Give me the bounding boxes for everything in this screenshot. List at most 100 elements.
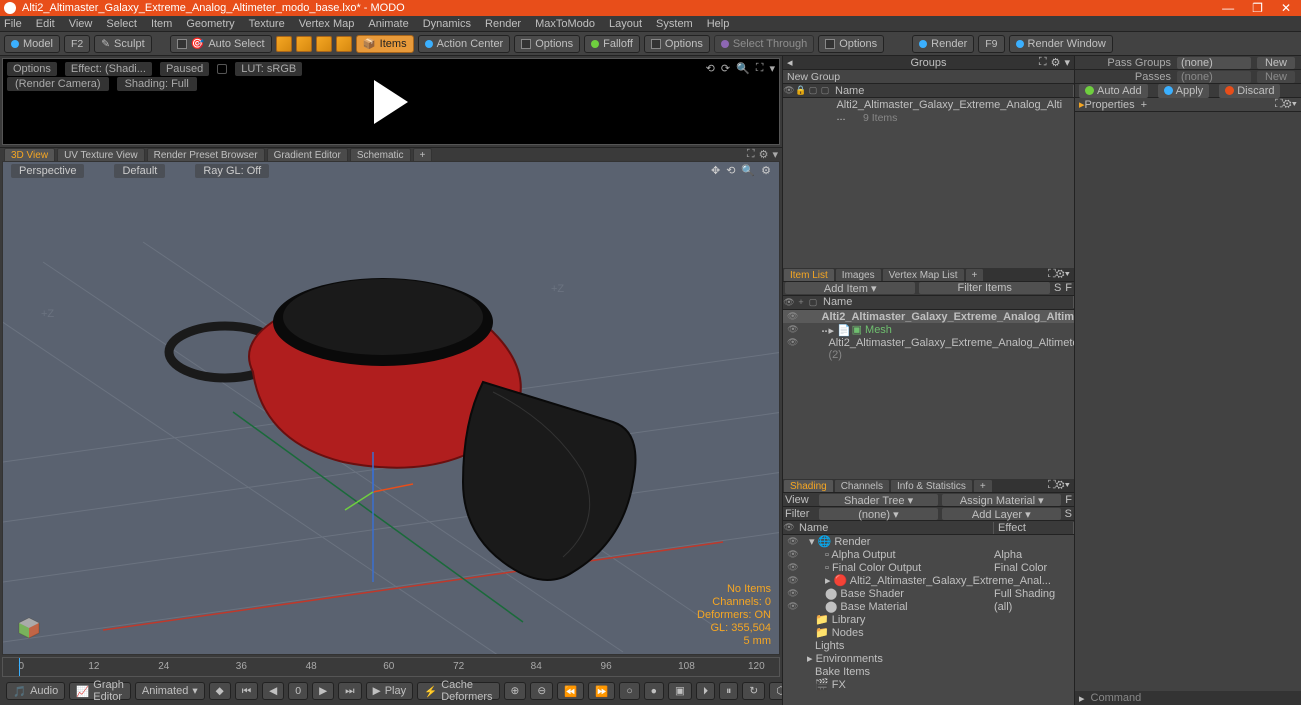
options-button-1[interactable]: Options xyxy=(514,35,580,53)
passes-dropdown[interactable]: (none) xyxy=(1177,71,1251,83)
viewport-3d[interactable]: Perspective Default Ray GL: Off ✥ ⟲ 🔍 ⚙ xyxy=(2,161,780,655)
shading-list[interactable]: 👁▾ 🌐 Render 👁▫ Alpha OutputAlpha 👁▫ Fina… xyxy=(783,535,1074,705)
refresh-icon[interactable]: ⟲ xyxy=(706,62,715,75)
sh-vis-icon[interactable]: 👁 xyxy=(783,522,795,533)
options-button-2[interactable]: Options xyxy=(644,35,710,53)
menu-item[interactable]: Item xyxy=(151,18,172,30)
preview-options[interactable]: Options xyxy=(7,62,57,76)
tl-icon-5[interactable]: ○ xyxy=(619,682,639,700)
preview-paused[interactable]: Paused xyxy=(160,62,209,76)
menu-file[interactable]: File xyxy=(4,18,22,30)
render-window-button[interactable]: Render Window xyxy=(1009,35,1113,53)
graph-editor-button[interactable]: 📈 Graph Editor xyxy=(69,682,131,700)
groups-expand-icon[interactable]: ⛶ xyxy=(1039,56,1047,69)
auto-select-button[interactable]: 🎯Auto Select xyxy=(170,35,272,53)
tab-info[interactable]: Info & Statistics xyxy=(890,479,973,492)
tl-icon-8[interactable]: ⏵ xyxy=(696,682,715,700)
shade-render[interactable]: Render xyxy=(834,536,870,548)
menu-dynamics[interactable]: Dynamics xyxy=(423,18,471,30)
preview-camera[interactable]: (Render Camera) xyxy=(7,77,109,91)
viewport-gear-icon[interactable]: ⚙ xyxy=(759,148,769,161)
reload-icon[interactable]: ⟳ xyxy=(721,62,730,75)
next-frame-button[interactable]: ▶ xyxy=(312,682,334,700)
play-button[interactable]: ▶ Play xyxy=(366,682,413,700)
viewport-nav-cube[interactable] xyxy=(17,616,41,640)
key-icon[interactable]: ◆ xyxy=(209,682,231,700)
tl-icon-6[interactable]: ● xyxy=(644,682,664,700)
pass-groups-new-button[interactable]: New xyxy=(1257,57,1295,69)
assign-material-button[interactable]: Assign Material ▾ xyxy=(942,494,1061,506)
menu-system[interactable]: System xyxy=(656,18,693,30)
add-layer-dropdown[interactable]: Add Layer ▾ xyxy=(942,508,1061,520)
options-button-3[interactable]: Options xyxy=(818,35,884,53)
tab-uvtexture[interactable]: UV Texture View xyxy=(57,148,145,162)
shading-menu-icon[interactable]: ▾ xyxy=(1065,479,1070,491)
shade-alpha[interactable]: Alpha Output xyxy=(831,549,895,561)
maximize-button[interactable]: ❐ xyxy=(1252,2,1263,14)
il-col3-icon[interactable]: ▢ xyxy=(807,297,819,308)
preview-effect[interactable]: Effect: (Shadi... xyxy=(65,62,152,76)
shade-mat[interactable]: Alti2_Altimaster_Galaxy_Extreme_Anal... xyxy=(850,575,1051,587)
shade-fx[interactable]: FX xyxy=(832,679,846,691)
shade-baseshader[interactable]: Base Shader xyxy=(840,588,904,600)
shading-expand-icon[interactable]: ⛶ xyxy=(1048,479,1056,491)
properties-gear-icon[interactable]: ⚙ xyxy=(1283,98,1292,110)
tl-icon-2[interactable]: ⊖ xyxy=(530,682,553,700)
menu-maxtomodo[interactable]: MaxToModo xyxy=(535,18,595,30)
viewport-expand-icon[interactable]: ⛶ xyxy=(747,148,755,161)
sculpt-button[interactable]: ✎ Sculpt xyxy=(94,35,151,53)
items-button[interactable]: 📦 Items xyxy=(356,35,414,53)
properties-expand-icon[interactable]: ⛶ xyxy=(1275,98,1283,110)
menu-select[interactable]: Select xyxy=(106,18,137,30)
shader-tree-dropdown[interactable]: Shader Tree ▾ xyxy=(819,494,938,506)
minimize-button[interactable]: — xyxy=(1222,2,1234,14)
shade-lights[interactable]: Lights xyxy=(815,640,844,652)
tab-3dview[interactable]: 3D View xyxy=(4,148,55,162)
action-center-button[interactable]: Action Center xyxy=(418,35,511,53)
render-button[interactable]: Render xyxy=(912,35,974,53)
properties-menu-icon[interactable]: ▾ xyxy=(1292,98,1297,110)
tab-shading-add[interactable]: + xyxy=(973,479,993,492)
menu-animate[interactable]: Animate xyxy=(368,18,408,30)
tab-renderpreset[interactable]: Render Preset Browser xyxy=(147,148,265,162)
viewport-menu-icon[interactable]: ▾ xyxy=(772,148,778,161)
groups-list[interactable]: ▸ 📁 Alti2_Altimaster_Galaxy_Extreme_Anal… xyxy=(783,98,1074,268)
tab-images[interactable]: Images xyxy=(835,268,882,281)
menu-render[interactable]: Render xyxy=(485,18,521,30)
menu-view[interactable]: View xyxy=(69,18,93,30)
groups-gear-icon[interactable]: ⚙ xyxy=(1051,56,1061,69)
vis-col-icon[interactable]: 👁 xyxy=(783,85,795,96)
properties-header[interactable]: Properties xyxy=(1085,99,1135,111)
tab-shading[interactable]: Shading xyxy=(783,479,834,492)
il-vis-icon[interactable]: 👁 xyxy=(783,297,795,308)
f2-button[interactable]: F2 xyxy=(64,35,90,53)
first-frame-button[interactable]: ⏮ xyxy=(235,682,258,700)
shade-finalcolor[interactable]: Final Color Output xyxy=(832,562,921,574)
auto-add-button[interactable]: Auto Add xyxy=(1079,84,1148,98)
preview-checkbox[interactable] xyxy=(217,64,227,74)
tl-icon-10[interactable]: ↻ xyxy=(742,682,765,700)
cache-deformers-button[interactable]: ⚡ Cache Deformers xyxy=(417,682,499,700)
menu-vertexmap[interactable]: Vertex Map xyxy=(299,18,355,30)
cube-icon-2[interactable] xyxy=(296,36,312,52)
zoom-icon[interactable]: 🔍 xyxy=(736,62,750,75)
tab-add[interactable]: + xyxy=(413,148,433,162)
tab-gradient[interactable]: Gradient Editor xyxy=(267,148,348,162)
tab-channels[interactable]: Channels xyxy=(834,479,890,492)
prev-frame-button[interactable]: ◀ xyxy=(262,682,284,700)
play-icon[interactable] xyxy=(374,80,408,124)
lock-col-icon[interactable]: 🔒 xyxy=(795,85,807,96)
filter-items-field[interactable]: Filter Items xyxy=(919,282,1049,294)
tl-icon-1[interactable]: ⊕ xyxy=(504,682,527,700)
properties-add-icon[interactable]: + xyxy=(1141,99,1147,111)
item-list[interactable]: 👁 ▾ 📁 Alti2_Altimaster_Galaxy_Extreme_An… xyxy=(783,310,1074,480)
render-preview[interactable]: Options Effect: (Shadi... Paused LUT: sR… xyxy=(2,58,780,145)
col4-icon[interactable]: ▢ xyxy=(819,85,831,96)
filter-s-icon[interactable]: S xyxy=(1054,282,1061,294)
audio-button[interactable]: 🎵 Audio xyxy=(6,682,65,700)
shade-env[interactable]: Environments xyxy=(816,653,883,665)
animated-dropdown[interactable]: Animated ▾ xyxy=(135,682,205,700)
timeline-ruler[interactable]: 0 12 24 36 48 60 72 84 96 108 120 xyxy=(2,657,780,677)
new-group-button[interactable]: New Group xyxy=(783,70,1074,84)
apply-button[interactable]: Apply xyxy=(1158,84,1210,98)
